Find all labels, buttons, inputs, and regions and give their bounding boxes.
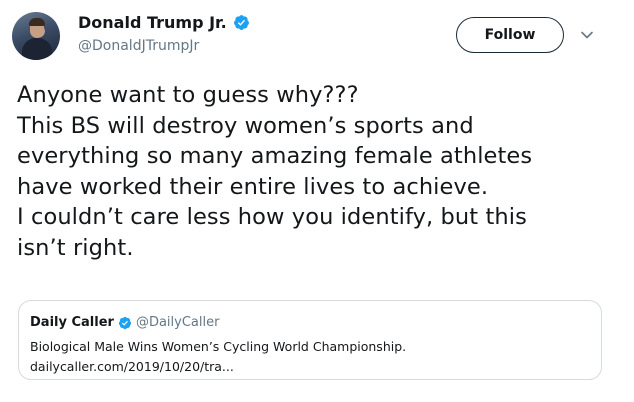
avatar-hair [29,18,45,26]
author-name-row: Donald Trump Jr. [78,13,250,32]
quoted-tweet-header: Daily Caller @DailyCaller [30,315,219,330]
tweet-card: Donald Trump Jr. @DonaldJTrumpJr Follow … [0,0,634,402]
quoted-tweet-text: Biological Male Wins Women’s Cycling Wor… [30,339,407,354]
author-display-name[interactable]: Donald Trump Jr. [78,13,227,32]
verified-badge-icon [233,15,249,30]
verified-badge-icon [118,316,132,329]
avatar-suit [22,38,52,60]
quoted-tweet-card[interactable]: Daily Caller @DailyCaller Biological Mal… [18,300,602,380]
tweet-text: Anyone want to guess why??? This BS will… [17,80,627,263]
tweet-text-line: isn’t right. [17,234,134,261]
author-handle[interactable]: @DonaldJTrumpJr [78,38,199,54]
quoted-author-name: Daily Caller [30,315,114,330]
follow-button[interactable]: Follow [456,17,564,53]
tweet-text-line: I couldn’t care less how you identify, b… [17,204,527,230]
quoted-author-handle: @DailyCaller [135,315,220,330]
chevron-down-icon[interactable] [580,28,594,42]
tweet-text-line: everything so many amazing female athlet… [17,143,533,169]
tweet-text-line: Anyone want to guess why??? [17,82,359,108]
avatar[interactable] [12,12,60,60]
tweet-text-line: This BS will destroy women’s sports and [17,112,474,139]
tweet-text-line: have worked their entire lives to achiev… [17,173,489,200]
quoted-tweet-link[interactable]: dailycaller.com/2019/10/20/tra... [30,359,234,374]
